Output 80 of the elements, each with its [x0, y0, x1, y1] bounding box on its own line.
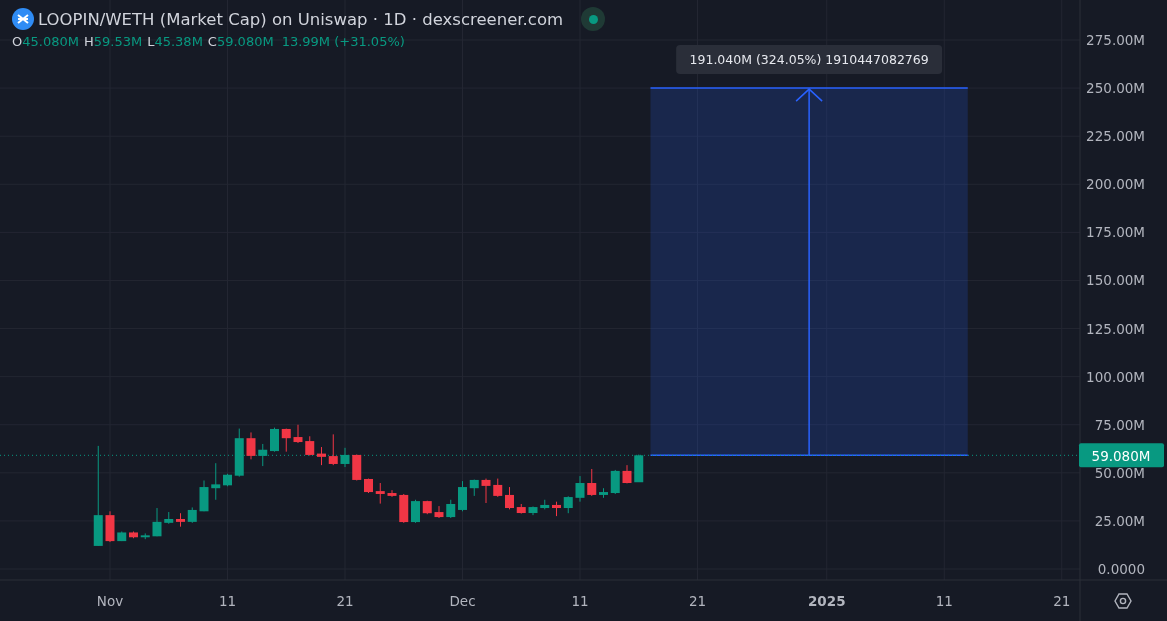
candle — [446, 499, 456, 519]
x-axis-label: 11 — [571, 593, 589, 609]
y-axis-label: 25.00M — [1094, 512, 1145, 529]
y-axis-label: 275.00M — [1086, 32, 1145, 48]
candle — [152, 507, 162, 537]
candle — [281, 428, 291, 453]
candle — [528, 506, 538, 516]
x-axis-label: 21 — [336, 593, 354, 609]
candle — [434, 505, 444, 519]
x-axis-label: Dec — [449, 593, 476, 609]
y-axis-label: 0.0000 — [1097, 561, 1145, 577]
candle — [364, 478, 373, 494]
y-axis-label: 200.00M — [1086, 176, 1145, 193]
candle — [234, 428, 244, 478]
legend-key: C — [207, 34, 217, 49]
y-axis-label: 175.00M — [1086, 224, 1145, 241]
candle — [270, 427, 279, 453]
candle — [317, 446, 326, 466]
candle — [140, 532, 150, 540]
y-axis-label: 125.00M — [1086, 320, 1145, 337]
exchange-logo-icon — [12, 8, 34, 30]
candle — [458, 480, 467, 512]
candle — [187, 506, 197, 524]
candle — [105, 510, 115, 543]
y-axis-label: 100.00M — [1086, 368, 1145, 385]
legend-key: H — [83, 34, 94, 49]
candle — [599, 487, 608, 499]
settings-icon[interactable] — [1114, 593, 1132, 609]
x-axis-label: 2025 — [807, 593, 846, 609]
candle — [493, 478, 503, 498]
candle — [411, 499, 420, 524]
chart-title: LOOPIN/WETH (Market Cap) on Uniswap · 1D · dexscreener.com — [38, 9, 564, 29]
y-axis-label: 150.00M — [1086, 272, 1145, 289]
x-axis-label: 11 — [935, 593, 953, 609]
candle — [575, 475, 585, 503]
legend-value: 59.080M — [216, 34, 274, 49]
candle — [399, 493, 409, 524]
candle — [328, 433, 338, 466]
candle — [622, 464, 632, 484]
candle — [634, 454, 644, 483]
x-axis-label: 11 — [218, 593, 237, 609]
candle — [258, 443, 268, 467]
last-price-badge: 59.080M — [1079, 443, 1164, 468]
candle — [422, 500, 432, 515]
legend-key: O — [12, 34, 23, 49]
y-axis-label: 250.00M — [1086, 80, 1145, 97]
legend-value: 59.53M — [93, 34, 143, 49]
price-change: 13.99M (+31.05%) — [281, 34, 405, 49]
y-axis-label: 225.00M — [1086, 128, 1145, 145]
y-axis-label: 75.00M — [1094, 416, 1145, 433]
candle — [540, 499, 550, 510]
candle — [563, 495, 573, 514]
candle — [164, 511, 174, 525]
candle — [117, 531, 127, 542]
candle — [481, 478, 491, 504]
legend-value: 45.080M — [22, 34, 79, 49]
legend-value: 45.38M — [154, 34, 203, 49]
candle — [176, 512, 185, 528]
measure-tooltip: 191.040M (324.05%) 1910447082769 — [676, 45, 943, 75]
candle — [375, 482, 385, 505]
candle — [211, 462, 221, 501]
candle — [223, 473, 232, 487]
candle — [387, 489, 397, 498]
candle — [610, 469, 620, 495]
legend-key: L — [147, 34, 155, 49]
candle — [305, 435, 315, 456]
candle — [352, 454, 362, 481]
x-axis-label: 21 — [1053, 593, 1071, 609]
candle — [587, 468, 597, 497]
x-axis-label: 21 — [688, 593, 707, 609]
candle — [469, 479, 479, 497]
candle — [505, 486, 514, 510]
candle — [340, 447, 350, 468]
x-axis-label: Nov — [96, 593, 124, 609]
candle — [293, 424, 303, 444]
candle — [516, 503, 526, 515]
candle — [552, 501, 561, 517]
candle — [199, 480, 209, 512]
candle — [246, 431, 256, 460]
candle — [129, 531, 138, 539]
